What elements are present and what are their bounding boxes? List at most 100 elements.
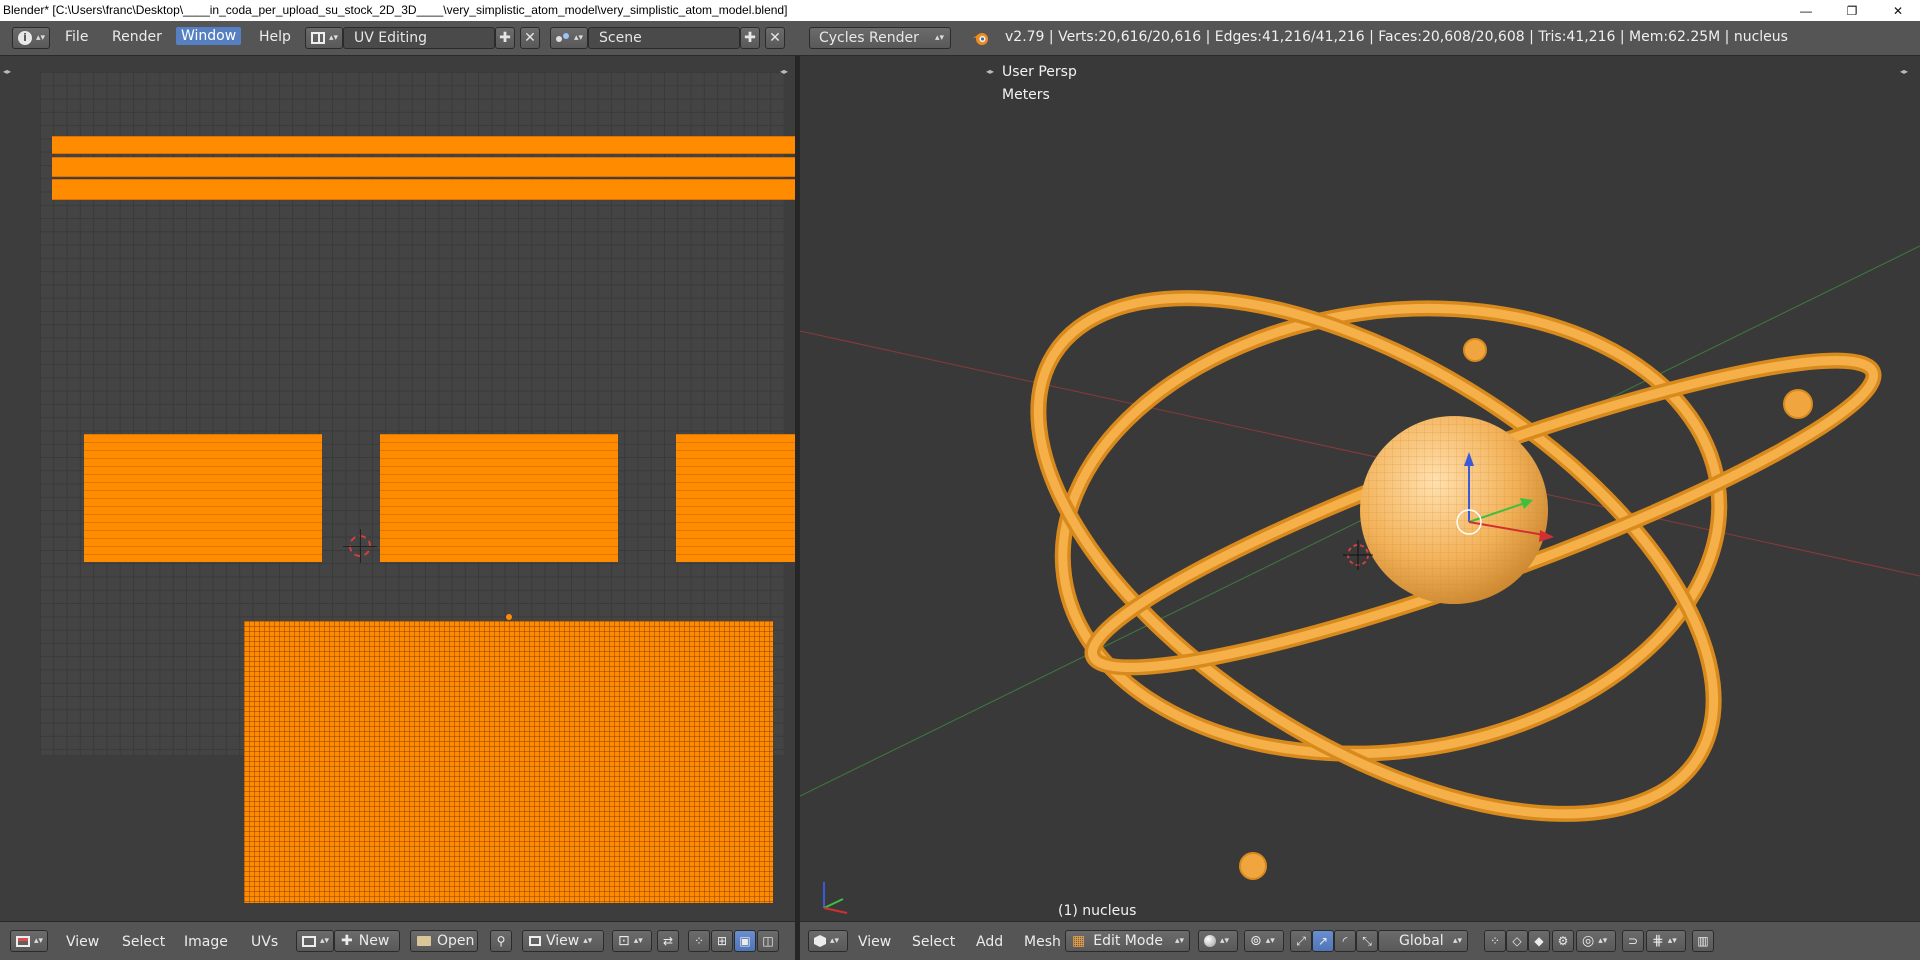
chevron-updown-icon: ▴▾: [1174, 936, 1184, 946]
view3d-menu-select[interactable]: Select: [912, 934, 955, 950]
chevron-updown-icon: ▴▾: [329, 33, 339, 43]
uv-menu-select[interactable]: Select: [122, 934, 165, 950]
uv-island-strip-3[interactable]: [52, 179, 795, 200]
view3d-menu-view[interactable]: View: [858, 934, 891, 950]
shading-dropdown[interactable]: ▴▾: [1198, 930, 1238, 952]
render-engine-dropdown[interactable]: Cycles Render ▴▾: [809, 27, 951, 49]
browse-image-button[interactable]: ▴▾: [296, 930, 334, 952]
manipulator-toggle-icon[interactable]: ⤢: [1290, 930, 1312, 952]
uv-editor-header: ▴▾ View Select Image UVs ▴▾ ✚ New Open ⚲…: [0, 921, 795, 960]
chevron-updown-icon: ▴▾: [633, 936, 643, 946]
layout-grid-icon: [311, 32, 325, 44]
layers-icon[interactable]: ▥: [1692, 930, 1714, 952]
sync-selection-icon[interactable]: ⇄: [657, 930, 679, 952]
uv-menu-view[interactable]: View: [66, 934, 99, 950]
scale-manipulator-icon[interactable]: ⤡: [1356, 930, 1378, 952]
uv-menu-image[interactable]: Image: [184, 934, 228, 950]
menu-window[interactable]: Window: [176, 27, 242, 45]
chevron-updown-icon: ▴▾: [830, 936, 840, 946]
uv-island-rect-right[interactable]: [676, 434, 795, 562]
info-icon: i: [18, 31, 32, 45]
chevron-updown-icon: ▴▾: [583, 936, 593, 946]
editor-type-info-button[interactable]: i ▴▾: [12, 27, 50, 49]
screen-layout-button[interactable]: ▴▾: [305, 27, 343, 49]
island-select-icon[interactable]: ◫: [757, 930, 779, 952]
vertex-select-mode-icon[interactable]: ⁘: [1484, 930, 1506, 952]
uv-island-sphere[interactable]: [244, 621, 773, 903]
3d-viewport[interactable]: User Persp Meters ◂▸ ◂▸ (1) nucleus: [800, 56, 1920, 921]
vertex-select-icon[interactable]: ⁘: [688, 930, 710, 952]
edge-select-mode-icon[interactable]: ◇: [1506, 930, 1528, 952]
mode-dropdown[interactable]: ▦ Edit Mode ▴▾: [1065, 930, 1190, 952]
chevron-updown-icon: ▴▾: [1667, 936, 1677, 946]
view3d-menu-add[interactable]: Add: [976, 934, 1003, 950]
uv-2d-cursor-icon[interactable]: [343, 529, 377, 563]
uv-island-strip-2[interactable]: [52, 157, 795, 177]
edge-select-icon[interactable]: ⊞: [711, 930, 733, 952]
snap-element-dropdown[interactable]: ⋕ ▴▾: [1646, 930, 1686, 952]
chevron-updown-icon: ▴▾: [34, 936, 44, 946]
add-scene-button[interactable]: ✚: [740, 27, 760, 49]
nucleus-wireframe: [1360, 416, 1548, 604]
menu-file[interactable]: File: [65, 29, 88, 45]
pin-icon[interactable]: ⚲: [490, 930, 512, 952]
layout-name-field[interactable]: UV Editing: [343, 27, 495, 49]
image-editor-icon: [16, 935, 30, 947]
view-mode-dropdown[interactable]: View ▴▾: [522, 930, 604, 952]
chevron-updown-icon: ▴▾: [320, 936, 330, 946]
editor-type-3d-button[interactable]: ▴▾: [808, 930, 848, 952]
toolbar-toggle-icon[interactable]: ◂▸: [3, 67, 11, 76]
add-layout-button[interactable]: ✚: [495, 27, 515, 49]
3d-view-header: ▴▾ View Select Add Mesh ▦ Edit Mode ▴▾ ▴…: [800, 921, 1920, 960]
render-engine-label: Cycles Render: [819, 30, 919, 46]
snap-icon[interactable]: ⊃: [1622, 930, 1644, 952]
pivot-point-dropdown[interactable]: ⊚ ▴▾: [1244, 930, 1284, 952]
transform-orientation-dropdown[interactable]: Global ▴▾: [1378, 930, 1468, 952]
chevron-updown-icon: ▴▾: [574, 33, 584, 43]
delete-layout-button[interactable]: ✕: [520, 27, 540, 49]
folder-icon: [417, 936, 431, 946]
orientation-label: Global: [1399, 933, 1444, 949]
uv-vertex-marker: [506, 614, 512, 620]
proportional-edit-icon: ◎: [1582, 933, 1595, 949]
scene-name-field[interactable]: Scene: [588, 27, 740, 49]
uv-island-rect-middle[interactable]: [380, 434, 618, 562]
open-image-button[interactable]: Open: [410, 930, 478, 952]
face-select-mode-icon[interactable]: ◆: [1528, 930, 1550, 952]
translate-manipulator-icon[interactable]: ↗: [1312, 930, 1334, 952]
view3d-menu-mesh[interactable]: Mesh: [1024, 934, 1061, 950]
menu-help[interactable]: Help: [259, 29, 291, 45]
blender-logo-icon: [972, 30, 990, 46]
new-image-button[interactable]: ✚ New: [334, 930, 400, 952]
pivot-dropdown[interactable]: ⊡ ▴▾: [612, 930, 652, 952]
editor-type-image-button[interactable]: ▴▾: [10, 930, 48, 952]
open-image-label: Open: [437, 933, 475, 949]
atom-model-render[interactable]: [800, 56, 1920, 921]
close-window-button[interactable]: ✕: [1878, 0, 1918, 21]
minimize-button[interactable]: —: [1786, 0, 1826, 21]
window-title: Blender* [C:\Users\franc\Desktop\____in_…: [3, 3, 788, 17]
uv-island-rect-left[interactable]: [84, 434, 322, 562]
uv-image-editor[interactable]: ◂▸ ◂▸: [0, 56, 795, 921]
menu-render[interactable]: Render: [112, 29, 162, 45]
proportional-edit-dropdown[interactable]: ◎ ▴▾: [1576, 930, 1616, 952]
pivot-point-icon: ⊚: [1250, 933, 1262, 949]
uv-island-strip-1[interactable]: [52, 136, 795, 154]
chevron-updown-icon: ▴▾: [36, 33, 46, 43]
delete-scene-button[interactable]: ✕: [765, 27, 785, 49]
chevron-updown-icon: ▴▾: [1265, 936, 1275, 946]
scene-selector-button[interactable]: ▴▾: [550, 27, 588, 49]
limit-selection-icon[interactable]: ⚙: [1552, 930, 1574, 952]
plus-icon: ✚: [341, 933, 353, 949]
uv-menu-uvs[interactable]: UVs: [251, 934, 278, 950]
electron-1: [1463, 338, 1487, 362]
info-header: i ▴▾ File Render Window Help ▴▾ UV Editi…: [0, 21, 1920, 56]
properties-toggle-icon[interactable]: ◂▸: [780, 67, 788, 76]
scene-icon: [556, 32, 570, 44]
mode-label: Edit Mode: [1093, 933, 1163, 949]
active-object-label: (1) nucleus: [1058, 903, 1137, 919]
face-select-icon[interactable]: ▣: [734, 930, 756, 952]
rotate-manipulator-icon[interactable]: ◜: [1334, 930, 1356, 952]
mini-axis-widget: [823, 882, 848, 914]
maximize-button[interactable]: ❐: [1832, 0, 1872, 21]
